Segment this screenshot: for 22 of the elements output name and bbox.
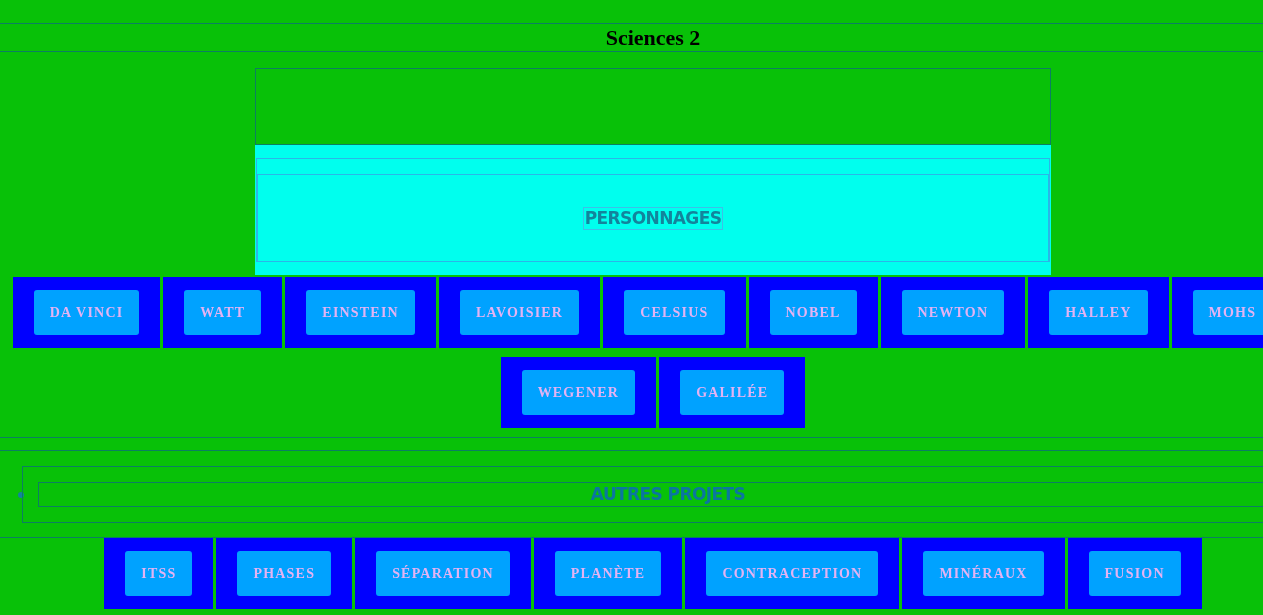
project-button[interactable]: EINSTEIN [306, 290, 415, 335]
project-button[interactable]: WEGENER [521, 370, 636, 415]
project-button[interactable]: ITSS [125, 551, 193, 596]
project-button[interactable]: CONTRACEPTION [706, 551, 879, 596]
project-button[interactable]: SÉPARATION [376, 551, 510, 596]
project-button[interactable]: HALLEY [1049, 290, 1148, 335]
section-heading: AUTRES PROJETS [590, 484, 746, 505]
project-button[interactable]: PLANÈTE [554, 551, 662, 596]
project-button[interactable]: MOHS [1192, 290, 1263, 335]
bullet-icon [18, 491, 24, 498]
section-heading: PERSONNAGES [582, 206, 724, 230]
project-button[interactable]: LAVOISIER [459, 290, 580, 335]
project-button[interactable]: CELSIUS [624, 290, 725, 335]
project-button[interactable]: NOBEL [769, 290, 857, 335]
project-button[interactable]: FUSION [1088, 551, 1181, 596]
project-button[interactable]: WATT [184, 290, 262, 335]
project-button[interactable]: PHASES [237, 551, 332, 596]
project-button[interactable]: MINÉRAUX [923, 551, 1044, 596]
project-button[interactable]: DA VINCI [33, 290, 140, 335]
project-button[interactable]: NEWTON [901, 290, 1005, 335]
project-button[interactable]: GALILÉE [680, 370, 785, 415]
page-title: Sciences 2 [605, 24, 701, 51]
